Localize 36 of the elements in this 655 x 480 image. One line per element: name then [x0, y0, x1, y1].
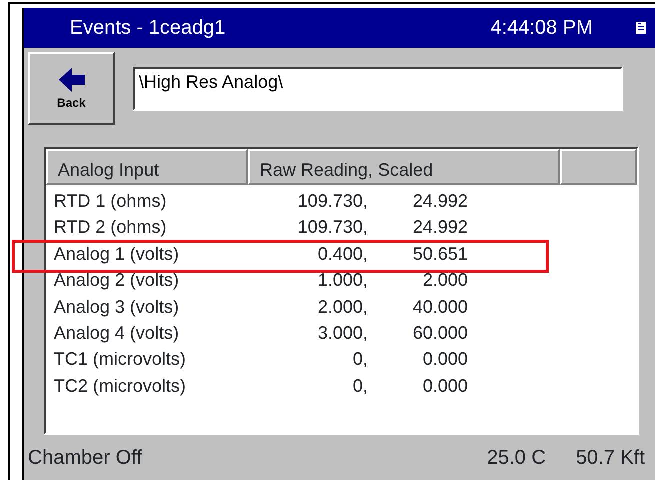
table-cell-text: 0, [352, 348, 368, 372]
table-cell-text: Analog 3 (volts) [53, 296, 180, 319]
table-cell-text: 24.992 [412, 216, 468, 240]
table-cell-text: 60.000 [412, 322, 468, 345]
table-cell-text: 2.000, [316, 296, 368, 319]
table-cell-text: 1.000, [316, 269, 368, 292]
clock-text: 4:44:08 PM [490, 16, 593, 41]
table-cell-text: 0.400, [316, 242, 368, 266]
table-cell-text: 0, [352, 374, 368, 398]
table-cell-text: 109.730, [296, 190, 368, 213]
table-cell-text: RTD 1 (ohms) [53, 190, 168, 213]
status-text: Chamber Off [28, 446, 142, 471]
table-cell-text: 3.000, [316, 322, 368, 345]
table-cell-text: 0.000 [422, 374, 468, 398]
column-header[interactable]: Analog Input [46, 149, 248, 185]
table-cell-text: Analog 4 (volts) [53, 322, 180, 345]
table-cell-text: 2.000 [422, 269, 468, 292]
altitude-text: 50.7 Kft [576, 446, 645, 471]
table-cell-text: 24.992 [412, 190, 468, 213]
column-header[interactable] [560, 149, 637, 185]
path-field[interactable]: \High Res Analog\ [133, 66, 623, 110]
back-arrow-icon [56, 66, 86, 94]
table-cell-text: TC1 (microvolts) [53, 348, 188, 372]
table-cell-text: 40.000 [412, 296, 468, 319]
document-icon[interactable] [635, 21, 647, 35]
table-cell-text: RTD 2 (ohms) [53, 216, 168, 240]
table-cell-text: 50.651 [412, 242, 468, 266]
table-cell-text: Analog 1 (volts) [53, 242, 180, 266]
table-cell-text: 0.000 [422, 348, 468, 372]
back-button[interactable]: Back [28, 52, 115, 125]
table-cell-text: Analog 2 (volts) [53, 269, 180, 292]
table-cell-text: TC2 (microvolts) [53, 374, 188, 398]
window-title: Events - 1ceadg1 [70, 16, 226, 41]
temperature-text: 25.0 C [487, 446, 546, 471]
column-header[interactable]: Raw Reading, Scaled [248, 149, 560, 185]
table-cell-text: 109.730, [296, 216, 368, 240]
